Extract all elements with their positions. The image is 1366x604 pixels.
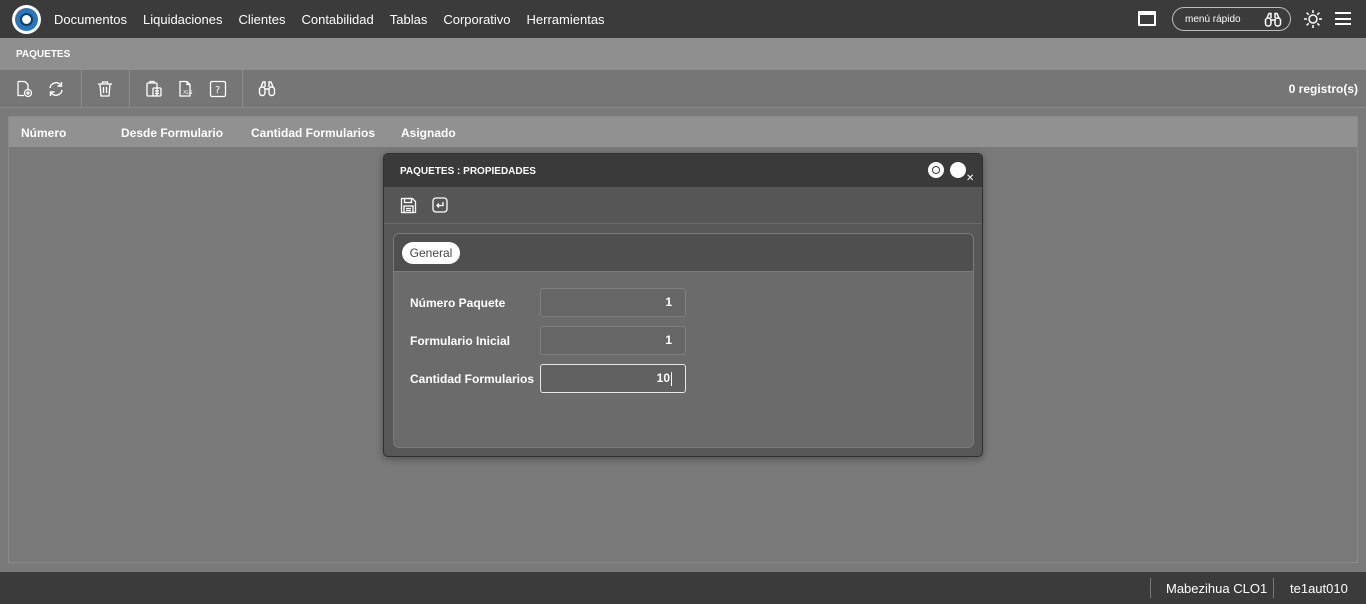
- column-header-numero[interactable]: Número: [21, 126, 66, 140]
- user-name: Mabezihua CLO1: [1166, 581, 1268, 596]
- nav-item-clientes[interactable]: Clientes: [239, 12, 286, 27]
- toolbar-separator: [129, 70, 130, 108]
- main-nav: Documentos Liquidaciones Clientes Contab…: [54, 0, 621, 38]
- cantidad-formularios-value: 10: [656, 371, 670, 385]
- grid-header: Número Desde Formulario Cantidad Formula…: [9, 117, 1357, 147]
- binoculars-icon: [1264, 12, 1282, 27]
- column-header-desde-formulario[interactable]: Desde Formulario: [121, 126, 223, 140]
- window-icon[interactable]: [1138, 11, 1156, 26]
- svg-text:?: ?: [215, 85, 220, 96]
- tab-general[interactable]: General: [402, 242, 460, 264]
- cantidad-formularios-label: Cantidad Formularios: [410, 372, 535, 386]
- top-bar: Documentos Liquidaciones Clientes Contab…: [0, 0, 1366, 38]
- session-id: te1aut010: [1290, 581, 1348, 596]
- properties-dialog: PAQUETES : PROPIEDADES ✕ General Número …: [383, 153, 983, 457]
- refresh-icon[interactable]: [47, 80, 65, 98]
- quick-menu-button[interactable]: menú rápido: [1172, 7, 1291, 31]
- maximize-icon: [932, 166, 940, 174]
- nav-item-liquidaciones[interactable]: Liquidaciones: [143, 12, 223, 27]
- panel-tab-bar: General: [394, 234, 973, 272]
- dialog-close-button[interactable]: ✕: [950, 162, 974, 184]
- dialog-title-bar[interactable]: PAQUETES : PROPIEDADES ✕: [384, 154, 982, 187]
- close-icon: ✕: [966, 173, 975, 184]
- toolbar: XLS ? 0 registro(s): [0, 70, 1366, 108]
- help-icon[interactable]: ?: [209, 80, 227, 98]
- status-separator: [1150, 578, 1151, 598]
- hamburger-menu-icon[interactable]: [1335, 12, 1351, 25]
- dialog-title: PAQUETES : PROPIEDADES: [400, 166, 536, 177]
- nav-item-contabilidad[interactable]: Contabilidad: [301, 12, 373, 27]
- dialog-toolbar: [384, 187, 982, 224]
- numero-paquete-field[interactable]: 1: [540, 288, 686, 317]
- clipboard-icon[interactable]: [145, 80, 163, 98]
- toolbar-separator: [81, 70, 82, 108]
- page-title: PAQUETES: [16, 49, 71, 60]
- delete-trash-icon[interactable]: [96, 80, 114, 98]
- return-icon[interactable]: [432, 197, 448, 213]
- status-bar: Mabezihua CLO1 te1aut010: [0, 572, 1366, 604]
- app-logo-icon[interactable]: [12, 5, 41, 34]
- status-separator: [1273, 578, 1274, 598]
- column-header-cantidad-formularios[interactable]: Cantidad Formularios: [251, 126, 375, 140]
- svg-text:XLS: XLS: [183, 90, 192, 96]
- save-icon[interactable]: [400, 197, 417, 214]
- numero-paquete-label: Número Paquete: [410, 296, 506, 310]
- quick-menu-label: menú rápido: [1185, 13, 1241, 25]
- formulario-inicial-label: Formulario Inicial: [410, 334, 511, 348]
- nav-item-corporativo[interactable]: Corporativo: [443, 12, 510, 27]
- record-count: 0 registro(s): [1288, 82, 1358, 96]
- cantidad-formularios-field[interactable]: 10: [540, 364, 686, 393]
- nav-item-herramientas[interactable]: Herramientas: [527, 12, 605, 27]
- theme-sun-icon[interactable]: [1303, 9, 1323, 29]
- text-cursor: [671, 371, 672, 386]
- nav-item-documentos[interactable]: Documentos: [54, 12, 127, 27]
- column-header-asignado[interactable]: Asignado: [401, 126, 456, 140]
- export-xls-icon[interactable]: XLS: [177, 80, 195, 98]
- new-document-icon[interactable]: [15, 80, 33, 98]
- formulario-inicial-field[interactable]: 1: [540, 326, 686, 355]
- nav-item-tablas[interactable]: Tablas: [390, 12, 428, 27]
- search-binoculars-icon[interactable]: [258, 80, 276, 98]
- toolbar-separator: [242, 70, 243, 108]
- page-header: PAQUETES: [0, 38, 1366, 70]
- dialog-maximize-button[interactable]: [928, 162, 944, 178]
- general-panel: General Número Paquete 1 Formulario Inic…: [393, 233, 974, 448]
